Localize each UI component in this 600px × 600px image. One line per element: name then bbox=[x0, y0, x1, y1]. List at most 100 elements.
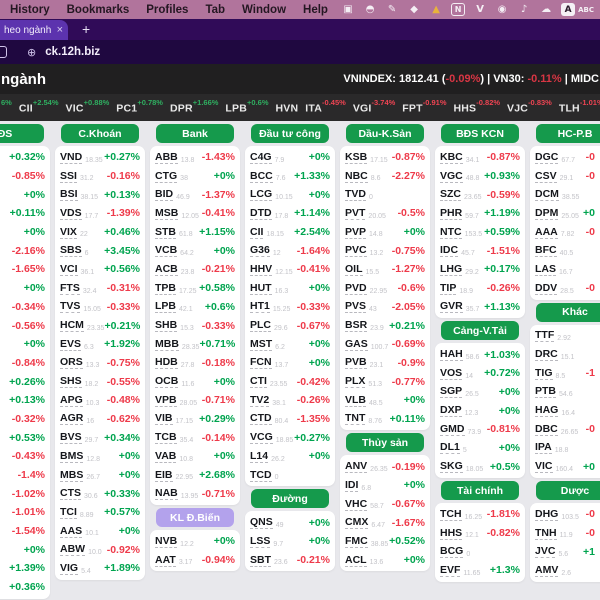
stock-row[interactable]: BID 46.9 -1.37% bbox=[155, 185, 235, 204]
stock-row[interactable]: PVB 23.1 -0.9% bbox=[345, 354, 425, 373]
stock-row[interactable]: MST 6.2 +0% bbox=[250, 335, 330, 354]
stock-row[interactable]: GMD 73.9 -0.81% bbox=[440, 420, 520, 439]
menu-item-help[interactable]: Help bbox=[303, 4, 328, 16]
stock-row[interactable]: TCH 16.25 -1.81% bbox=[440, 505, 520, 524]
stock-row[interactable]: SGP 26.5 +0% bbox=[440, 383, 520, 402]
stock-row[interactable]: +0.36% bbox=[0, 578, 45, 597]
v-app-icon[interactable]: V bbox=[473, 3, 487, 16]
tab-close-icon[interactable]: × bbox=[57, 24, 63, 36]
section-header-pill[interactable]: Cảng-V.Tải bbox=[441, 321, 519, 341]
stock-row[interactable]: BSI 38.15 +0.13% bbox=[60, 185, 140, 204]
stock-row[interactable]: GAS 100.7 -0.69% bbox=[345, 335, 425, 354]
stock-row[interactable]: SSI 31.2 -0.16% bbox=[60, 167, 140, 186]
stock-row[interactable]: -1.02% bbox=[0, 484, 45, 503]
section-header-pill[interactable]: Dược bbox=[536, 481, 600, 500]
ticker-tape[interactable]: 6% CII+2.54% VIC+0.88% PC1+0.78% DPR+1.66% LP… bbox=[0, 94, 600, 121]
stock-row[interactable]: +0% bbox=[0, 185, 45, 204]
sector-header-pill[interactable]: HC-P.B bbox=[536, 124, 600, 143]
stock-row[interactable]: HUT 16.3 +0% bbox=[250, 279, 330, 298]
stock-row[interactable]: STB 61.8 +1.15% bbox=[155, 223, 235, 242]
stock-row[interactable]: AAA 7.82 -0 bbox=[535, 223, 600, 242]
stock-row[interactable]: VLB 48.5 +0% bbox=[345, 391, 425, 410]
stock-row[interactable]: CMX 6.47 -1.67% bbox=[345, 513, 425, 532]
stock-row[interactable]: -1.4% bbox=[0, 466, 45, 485]
stock-row[interactable]: DHG 103.5 -0 bbox=[535, 505, 600, 524]
stock-row[interactable]: MBB 28.35 +0.71% bbox=[155, 335, 235, 354]
stock-row[interactable]: AMV 2.6 bbox=[535, 561, 600, 580]
stock-row[interactable]: DL1 5 +0% bbox=[440, 439, 520, 458]
section-header-pill[interactable]: Tài chính bbox=[441, 481, 519, 500]
stock-row[interactable]: DGC 67.7 -0 bbox=[535, 148, 600, 167]
stock-row[interactable]: PVD 22.95 -0.6% bbox=[345, 279, 425, 298]
stock-row[interactable]: -2.16% bbox=[0, 241, 45, 260]
tape-item[interactable]: CII+2.54% bbox=[19, 98, 59, 116]
stock-row[interactable]: EVS 6.3 +1.92% bbox=[60, 335, 140, 354]
sector-header-pill[interactable]: Bank bbox=[156, 124, 234, 143]
stock-row[interactable]: TPB 17.25 +0.58% bbox=[155, 279, 235, 298]
stock-row[interactable]: TVD 0 bbox=[345, 185, 425, 204]
stock-row[interactable]: BSR 23.9 +0.21% bbox=[345, 316, 425, 335]
stock-row[interactable]: BCC 7.6 +1.33% bbox=[250, 167, 330, 186]
stock-row[interactable]: AGR 16 -0.62% bbox=[60, 410, 140, 429]
stock-row[interactable]: HAH 58.6 +1.03% bbox=[440, 345, 520, 364]
tape-item[interactable]: FPT-0.91% bbox=[402, 98, 446, 116]
stock-row[interactable]: DDV 28.5 -0 bbox=[535, 279, 600, 298]
menu-item-history[interactable]: History bbox=[10, 4, 50, 16]
stock-row[interactable]: SBT 23.6 -0.21% bbox=[250, 551, 330, 570]
stock-row[interactable]: PVC 13.2 -0.75% bbox=[345, 241, 425, 260]
stock-row[interactable]: CTI 23.55 -0.42% bbox=[250, 372, 330, 391]
stock-row[interactable]: BMS 12.8 +0% bbox=[60, 447, 140, 466]
section-header-pill[interactable]: Thủy sản bbox=[346, 433, 424, 453]
stock-row[interactable]: DPM 25.05 +0 bbox=[535, 204, 600, 223]
stock-row[interactable]: AAS 10.1 +0% bbox=[60, 522, 140, 541]
warning-triangle-icon[interactable]: ▲ bbox=[429, 3, 443, 16]
droplet-app-icon[interactable]: ◆ bbox=[407, 3, 421, 16]
menu-item-profiles[interactable]: Profiles bbox=[146, 4, 188, 16]
stock-row[interactable]: L14 26.2 +0% bbox=[250, 447, 330, 466]
stock-row[interactable]: OCB 11.6 +0% bbox=[155, 372, 235, 391]
stock-row[interactable]: LSS 9.7 +0% bbox=[250, 532, 330, 551]
stock-row[interactable]: IPA 18.8 bbox=[535, 439, 600, 458]
stock-row[interactable]: SKG 18.05 +0.5% bbox=[440, 457, 520, 476]
menu-item-tab[interactable]: Tab bbox=[205, 4, 225, 16]
stock-row[interactable]: LHG 29.2 +0.17% bbox=[440, 260, 520, 279]
stock-row[interactable]: PVT 20.05 -0.5% bbox=[345, 204, 425, 223]
stock-row[interactable]: VIB 17.15 +0.29% bbox=[155, 410, 235, 429]
stock-row[interactable]: DCM 38.55 bbox=[535, 185, 600, 204]
stock-row[interactable]: +0.26% bbox=[0, 372, 45, 391]
stock-row[interactable]: C4G 7.9 +0% bbox=[250, 148, 330, 167]
stage-manager-icon[interactable]: ▣ bbox=[341, 3, 355, 16]
stock-row[interactable]: ANV 26.35 -0.19% bbox=[345, 457, 425, 476]
stock-row[interactable]: VOS 14 +0.72% bbox=[440, 364, 520, 383]
stock-row[interactable]: DBC 26.65 -0 bbox=[535, 420, 600, 439]
stock-row[interactable]: PLX 51.3 -0.77% bbox=[345, 372, 425, 391]
stock-row[interactable]: LPB 42.1 +0.6% bbox=[155, 298, 235, 317]
stock-row[interactable]: NTC 153.5 +0.59% bbox=[440, 223, 520, 242]
stock-row[interactable]: +0.32% bbox=[0, 148, 45, 167]
stock-row[interactable]: -0.56% bbox=[0, 316, 45, 335]
mute-icon[interactable]: ♪ bbox=[517, 3, 531, 16]
stock-row[interactable]: IDC 45.7 -1.51% bbox=[440, 241, 520, 260]
stock-row[interactable]: MSB 12.05 -0.41% bbox=[155, 204, 235, 223]
stock-row[interactable]: ABB 13.8 -1.43% bbox=[155, 148, 235, 167]
stock-row[interactable]: IDI 6.8 +0% bbox=[345, 476, 425, 495]
stock-row[interactable]: VCI 36.1 +0.56% bbox=[60, 260, 140, 279]
stock-row[interactable]: +0.13% bbox=[0, 391, 45, 410]
stock-row[interactable]: TCD 0 bbox=[250, 466, 330, 485]
tape-item[interactable]: ITA-0.45% bbox=[305, 98, 346, 116]
stock-row[interactable]: ACB 23.8 -0.21% bbox=[155, 260, 235, 279]
stock-row[interactable]: VPB 28.05 -0.71% bbox=[155, 391, 235, 410]
stock-row[interactable]: +0% bbox=[0, 279, 45, 298]
stock-row[interactable]: VIC 160.4 +0 bbox=[535, 457, 600, 476]
stock-row[interactable]: CII 18.15 +2.54% bbox=[250, 223, 330, 242]
stock-row[interactable]: QNS 49 +0% bbox=[250, 513, 330, 532]
stock-row[interactable]: TTF 2.92 bbox=[535, 327, 600, 346]
section-header-pill[interactable]: Khác bbox=[536, 302, 600, 322]
stock-row[interactable]: VCB 64.2 +0% bbox=[155, 241, 235, 260]
stock-row[interactable]: VHC 58.7 -0.67% bbox=[345, 495, 425, 514]
stock-row[interactable]: VAB 10.8 +0% bbox=[155, 447, 235, 466]
stock-row[interactable]: TNT 8.76 +0.11% bbox=[345, 410, 425, 429]
stock-row[interactable]: NBC 8.6 -2.27% bbox=[345, 167, 425, 186]
stock-row[interactable]: TV2 38.1 -0.26% bbox=[250, 391, 330, 410]
stock-row[interactable]: PTB 54.6 bbox=[535, 383, 600, 402]
